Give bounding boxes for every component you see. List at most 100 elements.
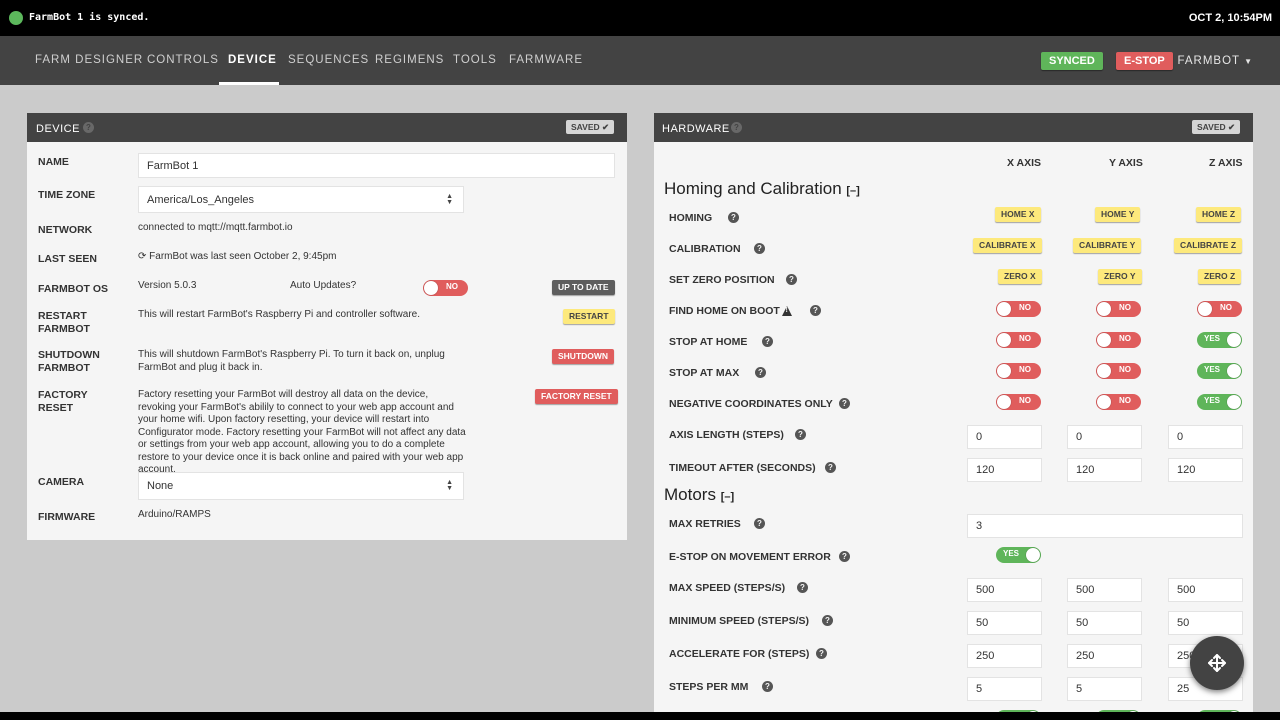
axis-length-y-input[interactable]: 0 [1067, 425, 1142, 449]
help-icon[interactable]: ? [762, 681, 773, 692]
accelerate-y-input[interactable]: 250 [1067, 644, 1142, 668]
steps-mm-y-input[interactable]: 5 [1067, 677, 1142, 701]
toggle-state: NO [1019, 303, 1031, 312]
help-icon[interactable]: ? [810, 305, 821, 316]
toggle-state: YES [1204, 334, 1221, 343]
bottom-edge [0, 712, 1280, 720]
find-home-z-toggle[interactable]: NO [1197, 301, 1242, 317]
collapse-icon[interactable]: [–] [846, 185, 859, 197]
help-icon[interactable]: ? [762, 336, 773, 347]
move-controls-button[interactable] [1190, 636, 1244, 690]
up-to-date-button[interactable]: UP TO DATE [552, 280, 615, 295]
camera-value: None [147, 480, 174, 492]
help-icon[interactable]: ? [839, 398, 850, 409]
find-home-y-toggle[interactable]: NO [1096, 301, 1141, 317]
axis-length-label: AXIS LENGTH (STEPS) [669, 429, 784, 441]
synced-button[interactable]: SYNCED [1041, 52, 1103, 70]
negative-y-toggle[interactable]: NO [1096, 394, 1141, 410]
help-icon[interactable]: ? [754, 243, 765, 254]
min-speed-x-input[interactable]: 50 [967, 611, 1042, 635]
timeout-z-input[interactable]: 120 [1168, 458, 1243, 482]
estop-movement-label: E-STOP ON MOVEMENT ERROR [669, 551, 831, 563]
calibrate-x-button[interactable]: CALIBRATE X [973, 238, 1042, 253]
zero-x-button[interactable]: ZERO X [998, 269, 1042, 284]
restart-button[interactable]: RESTART [563, 309, 615, 324]
last-seen-value: FarmBot was last seen October 2, 9:45pm [149, 251, 337, 262]
nav-device[interactable]: DEVICE [228, 54, 277, 66]
shutdown-button[interactable]: SHUTDOWN [552, 349, 615, 364]
timeout-label: TIMEOUT AFTER (SECONDS) [669, 462, 816, 474]
help-icon[interactable]: ? [797, 582, 808, 593]
factory-reset-button[interactable]: FACTORY RESET [535, 389, 618, 404]
last-seen-row: ⟳ FarmBot was last seen October 2, 9:45p… [138, 251, 336, 264]
set-zero-label: SET ZERO POSITION [669, 274, 775, 286]
shutdown-label: SHUTDOWN FARMBOT [38, 349, 100, 374]
auto-updates-toggle[interactable]: NO [423, 280, 468, 296]
max-speed-z-input[interactable]: 500 [1168, 578, 1243, 602]
camera-select[interactable]: None ▲ ▼ [138, 472, 464, 500]
home-y-button[interactable]: HOME Y [1095, 207, 1141, 222]
saved-badge: SAVED ✔ [566, 120, 615, 134]
select-arrows-icon: ▲ ▼ [446, 479, 453, 492]
stop-home-x-toggle[interactable]: NO [996, 332, 1041, 348]
negative-z-toggle[interactable]: YES [1197, 394, 1242, 410]
help-icon[interactable]: ? [839, 551, 850, 562]
min-speed-y-input[interactable]: 50 [1067, 611, 1142, 635]
calibrate-y-button[interactable]: CALIBRATE Y [1073, 238, 1142, 253]
refresh-icon[interactable]: ⟳ [138, 251, 146, 262]
nav-tools[interactable]: TOOLS [453, 54, 497, 66]
help-icon[interactable]: ? [731, 122, 742, 133]
nav-farm-designer[interactable]: FARM DESIGNER [35, 54, 143, 66]
name-input[interactable]: FarmBot 1 [138, 153, 615, 178]
help-icon[interactable]: ? [83, 122, 94, 133]
nav-farmware[interactable]: FARMWARE [509, 54, 583, 66]
select-arrows-icon: ▲ ▼ [446, 192, 453, 206]
toggle-knob [1097, 395, 1111, 409]
axis-length-z-input[interactable]: 0 [1168, 425, 1243, 449]
nav-controls[interactable]: CONTROLS [147, 54, 219, 66]
timeout-y-input[interactable]: 120 [1067, 458, 1142, 482]
steps-mm-x-input[interactable]: 5 [967, 677, 1042, 701]
help-icon[interactable]: ? [825, 462, 836, 473]
stop-max-x-toggle[interactable]: NO [996, 363, 1041, 379]
help-icon[interactable]: ? [816, 648, 827, 659]
estop-movement-toggle[interactable]: YES [996, 547, 1041, 563]
toggle-state: YES [1204, 396, 1221, 405]
help-icon[interactable]: ? [786, 274, 797, 285]
calibrate-z-button[interactable]: CALIBRATE Z [1174, 238, 1243, 253]
help-icon[interactable]: ? [822, 615, 833, 626]
find-home-x-toggle[interactable]: NO [996, 301, 1041, 317]
max-retries-input[interactable]: 3 [967, 514, 1243, 538]
toggle-knob [997, 333, 1011, 347]
nav-regimens[interactable]: REGIMENS [375, 54, 444, 66]
account-menu[interactable]: FARMBOT ▼ [1177, 55, 1253, 67]
help-icon[interactable]: ? [795, 429, 806, 440]
home-x-button[interactable]: HOME X [995, 207, 1041, 222]
min-speed-label: MINIMUM SPEED (STEPS/S) [669, 615, 810, 627]
zero-y-button[interactable]: ZERO Y [1098, 269, 1142, 284]
negative-x-toggle[interactable]: NO [996, 394, 1041, 410]
collapse-icon[interactable]: [–] [721, 491, 734, 503]
stop-max-z-toggle[interactable]: YES [1197, 363, 1242, 379]
zero-z-button[interactable]: ZERO Z [1198, 269, 1242, 284]
help-icon[interactable]: ? [754, 518, 765, 529]
axis-length-x-input[interactable]: 0 [967, 425, 1042, 449]
factory-reset-desc: Factory resetting your FarmBot will dest… [138, 389, 466, 475]
max-speed-y-input[interactable]: 500 [1067, 578, 1142, 602]
timezone-select[interactable]: America/Los_Angeles ▲ ▼ [138, 186, 464, 213]
estop-button[interactable]: E-STOP [1116, 52, 1173, 70]
stop-max-label: STOP AT MAX [669, 367, 740, 379]
min-speed-z-input[interactable]: 50 [1168, 611, 1243, 635]
home-z-button[interactable]: HOME Z [1196, 207, 1242, 222]
stop-home-y-toggle[interactable]: NO [1096, 332, 1141, 348]
max-speed-x-input[interactable]: 500 [967, 578, 1042, 602]
network-label: NETWORK [38, 224, 93, 236]
nav-sequences[interactable]: SEQUENCES [288, 54, 369, 66]
help-icon[interactable]: ? [755, 367, 766, 378]
stop-home-z-toggle[interactable]: YES [1197, 332, 1242, 348]
toggle-knob [1227, 333, 1241, 347]
stop-max-y-toggle[interactable]: NO [1096, 363, 1141, 379]
accelerate-x-input[interactable]: 250 [967, 644, 1042, 668]
help-icon[interactable]: ? [728, 212, 739, 223]
timeout-x-input[interactable]: 120 [967, 458, 1042, 482]
